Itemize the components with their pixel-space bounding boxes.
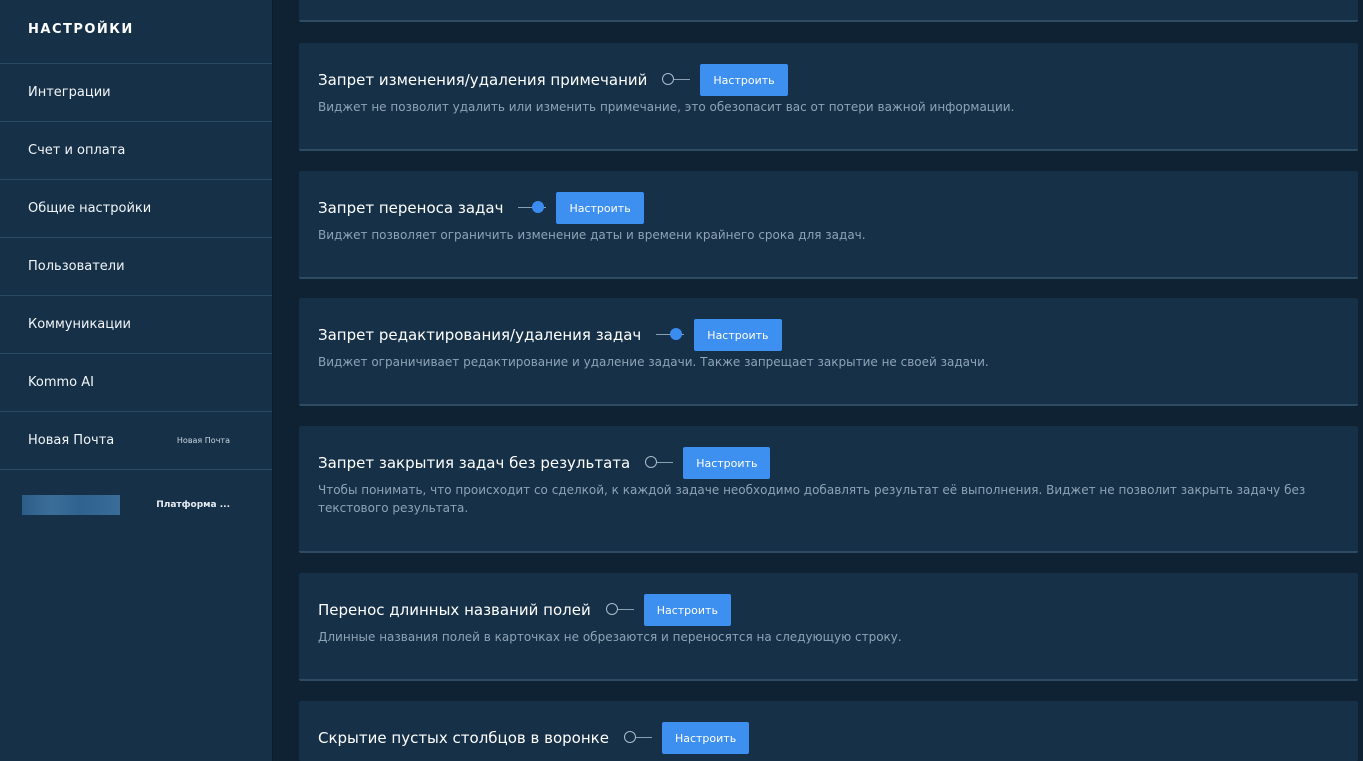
- configure-button[interactable]: Настроить: [643, 594, 731, 626]
- widget-description: Чтобы понимать, что происходит со сделко…: [318, 483, 1306, 515]
- sidebar-item-label: Платформа ...: [156, 500, 230, 510]
- widget-title: Перенос длинных названий полей: [318, 601, 591, 619]
- widget-toggle[interactable]: [643, 455, 674, 471]
- configure-button[interactable]: Настроить: [694, 319, 782, 351]
- widget-title: Запрет изменения/удаления примечаний: [318, 71, 648, 89]
- sidebar-item-sublabel: Новая Почта: [176, 436, 230, 445]
- sidebar-item-general-settings[interactable]: Общие настройки: [0, 180, 272, 238]
- widget-toggle[interactable]: [654, 327, 685, 343]
- widget-toggle[interactable]: [622, 730, 652, 746]
- settings-sidebar: НАСТРОЙКИ Интеграции Счет и оплата Общие…: [0, 0, 273, 761]
- widget-description: Виджет позволяет ограничить изменение да…: [318, 228, 866, 242]
- sidebar-item-label: Новая Почта: [28, 433, 115, 448]
- widget-description: Длинные названия полей в карточках не об…: [318, 630, 902, 644]
- widget-card: Запрет переноса задач Настроить Виджет п…: [299, 171, 1358, 279]
- widget-toggle[interactable]: [516, 200, 547, 216]
- toggle-knob: [645, 456, 658, 468]
- sidebar-item-label: Пользователи: [28, 259, 125, 274]
- widget-title: Запрет переноса задач: [318, 199, 504, 217]
- widgets-list: Запрет изменения/удаления примечаний Нас…: [273, 0, 1363, 761]
- configure-button[interactable]: Настроить: [700, 64, 788, 96]
- widget-card: Скрытие пустых столбцов в воронке Настро…: [299, 701, 1358, 761]
- configure-button[interactable]: Настроить: [661, 722, 750, 754]
- widget-title: Скрытие пустых столбцов в воронке: [318, 729, 609, 747]
- widget-toggle[interactable]: [660, 72, 691, 88]
- widget-description: Виджет ограничивает редактирование и уда…: [318, 355, 989, 369]
- sidebar-item-communications[interactable]: Коммуникации: [0, 296, 272, 354]
- toggle-knob: [670, 328, 683, 340]
- platform-logo: [22, 495, 120, 515]
- widget-card: Запрет изменения/удаления примечаний Нас…: [299, 43, 1358, 151]
- widget-description: Виджет не позволит удалить или изменить …: [318, 100, 1015, 114]
- widget-card: Запрет закрытия задач без результата Нас…: [299, 426, 1358, 553]
- widget-card: Запрет редактирования/удаления задач Нас…: [299, 298, 1358, 406]
- sidebar-title: НАСТРОЙКИ: [0, 0, 272, 64]
- sidebar-item-label: Счет и оплата: [28, 143, 126, 158]
- toggle-knob: [605, 603, 618, 615]
- widget-title: Запрет редактирования/удаления задач: [318, 326, 642, 344]
- sidebar-item-billing[interactable]: Счет и оплата: [0, 122, 272, 180]
- sidebar-item-nova-poshta[interactable]: Новая Почта Новая Почта: [0, 412, 272, 470]
- sidebar-item-integrations[interactable]: Интеграции: [0, 64, 272, 122]
- configure-button[interactable]: Настроить: [683, 447, 771, 479]
- sidebar-item-label: Коммуникации: [28, 317, 132, 332]
- sidebar-item-label: Общие настройки: [28, 201, 152, 216]
- toggle-knob: [623, 731, 636, 743]
- configure-button[interactable]: Настроить: [556, 192, 644, 224]
- widget-card-previous: [299, 0, 1358, 22]
- widget-toggle[interactable]: [604, 602, 634, 618]
- toggle-knob: [662, 73, 675, 85]
- sidebar-item-kommo-ai[interactable]: Kommo AI: [0, 354, 272, 412]
- toggle-knob: [532, 201, 545, 213]
- sidebar-item-label: Интеграции: [28, 85, 111, 100]
- sidebar-item-users[interactable]: Пользователи: [0, 238, 272, 296]
- sidebar-item-label: Kommo AI: [28, 375, 94, 390]
- widget-title: Запрет закрытия задач без результата: [318, 454, 631, 472]
- widget-card: Перенос длинных названий полей Настроить…: [299, 573, 1358, 681]
- sidebar-item-platform[interactable]: Платформа ...: [0, 470, 272, 540]
